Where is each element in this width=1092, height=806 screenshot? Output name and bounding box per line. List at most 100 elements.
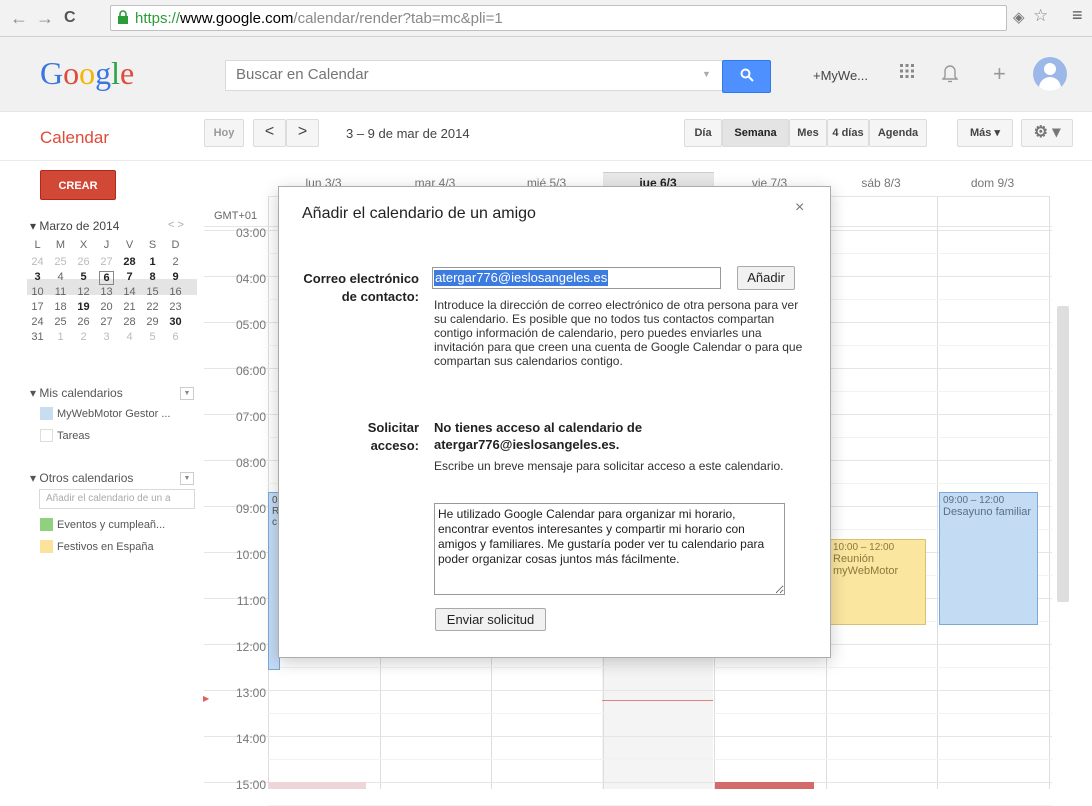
mini-calendar-title[interactable]: ▾ Marzo de 2014 bbox=[30, 219, 119, 233]
mini-calendar-day[interactable]: 23 bbox=[168, 301, 183, 313]
event-friday-afternoon[interactable] bbox=[715, 782, 814, 789]
mini-calendar-day[interactable]: 26 bbox=[76, 256, 91, 268]
mini-calendar-weekday: J bbox=[103, 239, 110, 251]
mini-calendar-day[interactable]: 12 bbox=[76, 286, 91, 298]
day-header[interactable]: dom 9/3 bbox=[937, 176, 1048, 190]
hour-label: 13:00 bbox=[235, 686, 266, 700]
mini-calendar-day[interactable]: 16 bbox=[168, 286, 183, 298]
mini-calendar-day[interactable]: 6 bbox=[99, 271, 114, 285]
other-calendars-title[interactable]: ▾ Otros calendarios bbox=[30, 471, 133, 485]
mini-calendar-day[interactable]: 18 bbox=[53, 301, 68, 313]
search-icon bbox=[740, 68, 754, 82]
view-4days-button[interactable]: 4 días bbox=[827, 119, 869, 147]
search-dropdown-icon[interactable]: ▼ bbox=[702, 69, 711, 79]
mini-calendar-day[interactable]: 13 bbox=[99, 286, 114, 298]
mini-calendar-day[interactable]: 15 bbox=[145, 286, 160, 298]
back-icon[interactable]: ← bbox=[10, 8, 28, 28]
add-friend-calendar-input[interactable]: Añadir el calendario de un a bbox=[39, 489, 195, 509]
mini-calendar-day[interactable]: 3 bbox=[30, 271, 45, 283]
event-desayuno-familiar[interactable]: 09:00 – 12:00 Desayuno familiar bbox=[939, 492, 1038, 625]
mini-calendar-day[interactable]: 4 bbox=[122, 331, 137, 343]
star-icon[interactable]: ☆ bbox=[1033, 6, 1048, 26]
address-bar[interactable]: https://www.google.com/calendar/render?t… bbox=[110, 5, 1007, 31]
search-box[interactable]: ▼ bbox=[225, 60, 723, 91]
grid-column-line bbox=[1049, 196, 1050, 789]
today-button[interactable]: Hoy bbox=[204, 119, 244, 147]
my-calendars-dropdown-icon[interactable]: ▼ bbox=[180, 387, 194, 400]
mini-calendar-day[interactable]: 2 bbox=[76, 331, 91, 343]
scrollbar[interactable] bbox=[1057, 306, 1069, 602]
reload-icon[interactable]: C bbox=[64, 8, 76, 28]
mini-calendar-day[interactable]: 14 bbox=[122, 286, 137, 298]
mini-calendar-day[interactable]: 27 bbox=[99, 256, 114, 268]
mini-calendar-day[interactable]: 29 bbox=[145, 316, 160, 328]
create-button[interactable]: CREAR bbox=[40, 170, 116, 200]
mini-calendar-day[interactable]: 4 bbox=[53, 271, 68, 283]
mini-calendar-day[interactable]: 24 bbox=[30, 316, 45, 328]
mini-calendar-day[interactable]: 1 bbox=[53, 331, 68, 343]
mini-calendar-day[interactable]: 28 bbox=[122, 256, 137, 268]
mini-calendar-nav[interactable]: < > bbox=[168, 219, 184, 231]
view-agenda-button[interactable]: Agenda bbox=[869, 119, 927, 147]
mini-calendar-day[interactable]: 30 bbox=[168, 316, 183, 328]
mini-calendar-day[interactable]: 31 bbox=[30, 331, 45, 343]
calendar-toolbar bbox=[0, 112, 1092, 161]
mini-calendar-day[interactable]: 6 bbox=[168, 331, 183, 343]
mini-calendar-day[interactable]: 28 bbox=[122, 316, 137, 328]
half-hour-line bbox=[268, 713, 1052, 714]
view-day-button[interactable]: Día bbox=[684, 119, 722, 147]
share-plus-icon[interactable]: + bbox=[993, 61, 1006, 87]
mini-calendar-day[interactable]: 10 bbox=[30, 286, 45, 298]
google-logo[interactable]: Google bbox=[40, 55, 134, 92]
mini-calendar-day[interactable]: 17 bbox=[30, 301, 45, 313]
request-message-textarea[interactable]: He utilizado Google Calendar para organi… bbox=[434, 503, 785, 595]
more-button[interactable]: Más ▾ bbox=[957, 119, 1013, 147]
mini-calendar-day[interactable]: 1 bbox=[145, 256, 160, 268]
mini-calendar-day[interactable]: 5 bbox=[76, 271, 91, 283]
mini-calendar-day[interactable]: 19 bbox=[76, 301, 91, 313]
search-input[interactable] bbox=[226, 61, 686, 88]
calendar-item-eventos[interactable]: Eventos y cumpleañ... bbox=[40, 518, 165, 531]
avatar[interactable] bbox=[1033, 57, 1067, 91]
mini-calendar-day[interactable]: 20 bbox=[99, 301, 114, 313]
view-week-button[interactable]: Semana bbox=[722, 119, 789, 147]
email-label: Correo electrónico de contacto: bbox=[303, 271, 419, 304]
mini-calendar-day[interactable]: 11 bbox=[53, 286, 68, 298]
forward-icon[interactable]: → bbox=[36, 8, 54, 28]
event-monday-afternoon[interactable] bbox=[268, 782, 366, 789]
send-request-button[interactable]: Enviar solicitud bbox=[435, 608, 546, 631]
app-title[interactable]: Calendar bbox=[40, 128, 109, 148]
day-header[interactable]: sáb 8/3 bbox=[826, 176, 937, 190]
view-month-button[interactable]: Mes bbox=[789, 119, 827, 147]
event-reunion-mywebmotor[interactable]: 10:00 – 12:00 Reunión myWebMotor bbox=[829, 539, 926, 625]
apps-grid-icon[interactable] bbox=[899, 63, 915, 84]
mini-calendar-day[interactable]: 24 bbox=[30, 256, 45, 268]
mini-calendar-day[interactable]: 27 bbox=[99, 316, 114, 328]
mini-calendar-day[interactable]: 2 bbox=[168, 256, 183, 268]
calendar-item-mywebmotor[interactable]: MyWebMotor Gestor ... bbox=[40, 407, 171, 420]
settings-gear-button[interactable]: ⚙ ▾ bbox=[1021, 119, 1073, 147]
mini-calendar-day[interactable]: 8 bbox=[145, 271, 160, 283]
next-week-button[interactable]: > bbox=[286, 119, 319, 147]
mini-calendar-day[interactable]: 22 bbox=[145, 301, 160, 313]
calendar-item-tareas[interactable]: Tareas bbox=[40, 429, 90, 442]
calendar-item-festivos[interactable]: Festivos en España bbox=[40, 540, 154, 553]
profile-link[interactable]: +MyWe... bbox=[813, 68, 868, 83]
mini-calendar-day[interactable]: 25 bbox=[53, 316, 68, 328]
notifications-bell-icon[interactable] bbox=[941, 63, 959, 88]
extension-icon[interactable]: ◈ bbox=[1013, 8, 1025, 26]
menu-icon[interactable]: ≡ bbox=[1072, 5, 1083, 26]
search-button[interactable] bbox=[722, 60, 771, 93]
close-icon[interactable]: × bbox=[795, 199, 804, 217]
mini-calendar-day[interactable]: 9 bbox=[168, 271, 183, 283]
other-calendars-dropdown-icon[interactable]: ▼ bbox=[180, 472, 194, 485]
my-calendars-title[interactable]: ▾ Mis calendarios bbox=[30, 386, 123, 400]
mini-calendar-day[interactable]: 21 bbox=[122, 301, 137, 313]
mini-calendar-day[interactable]: 25 bbox=[53, 256, 68, 268]
mini-calendar-day[interactable]: 26 bbox=[76, 316, 91, 328]
mini-calendar-day[interactable]: 5 bbox=[145, 331, 160, 343]
prev-week-button[interactable]: < bbox=[253, 119, 286, 147]
add-button[interactable]: Añadir bbox=[737, 266, 795, 290]
mini-calendar-day[interactable]: 7 bbox=[122, 271, 137, 283]
mini-calendar-day[interactable]: 3 bbox=[99, 331, 114, 343]
